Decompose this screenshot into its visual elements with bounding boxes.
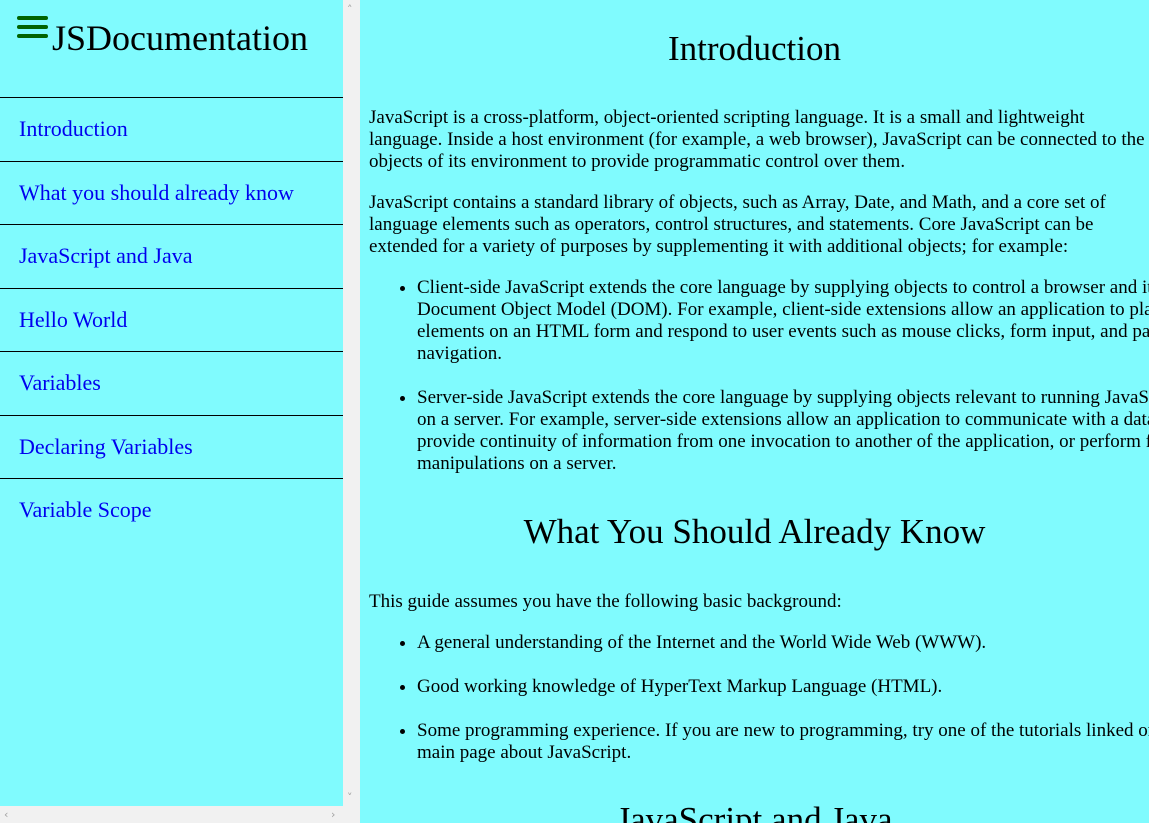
nav-item-what-you-should-already-know: What you should already know xyxy=(0,160,343,225)
list-item: A general understanding of the Internet … xyxy=(417,632,1149,654)
list-item: Server-side JavaScript extends the core … xyxy=(417,387,1149,475)
list-item: Good working knowledge of HyperText Mark… xyxy=(417,676,1149,698)
background-bullet-list: A general understanding of the Internet … xyxy=(360,632,1149,764)
nav-link-hello-world[interactable]: Hello World xyxy=(0,289,343,333)
scroll-up-arrow-icon[interactable]: ˄ xyxy=(347,4,353,15)
background-paragraph: This guide assumes you have the followin… xyxy=(369,591,842,612)
list-item: Some programming experience. If you are … xyxy=(417,720,1149,764)
nav-item-declaring-variables: Declaring Variables xyxy=(0,414,343,479)
nav-item-javascript-and-java: JavaScript and Java xyxy=(0,224,343,288)
nav-item-introduction: Introduction xyxy=(0,97,343,161)
main-content: Introduction JavaScript is a cross-platf… xyxy=(360,0,1149,823)
nav-link-javascript-and-java[interactable]: JavaScript and Java xyxy=(0,225,343,269)
nav-list: Introduction What you should already kno… xyxy=(0,97,343,542)
scroll-left-arrow-icon[interactable]: ‹ xyxy=(4,809,8,820)
nav-link-variables[interactable]: Variables xyxy=(0,352,343,396)
sidebar-vertical-scrollbar[interactable]: ˄ ˅ xyxy=(343,0,360,823)
nav-link-what-you-should-already-know[interactable]: What you should already know xyxy=(0,162,343,206)
hamburger-menu-icon[interactable] xyxy=(17,15,48,41)
nav-link-introduction[interactable]: Introduction xyxy=(0,98,343,142)
sidebar-header: JSDocumentation xyxy=(0,0,343,97)
list-item: Client-side JavaScript extends the core … xyxy=(417,277,1149,365)
scroll-right-arrow-icon[interactable]: › xyxy=(331,809,335,820)
intro-paragraph-1: JavaScript is a cross-platform, object-o… xyxy=(369,107,1145,172)
nav-item-variables: Variables xyxy=(0,351,343,415)
heading-what-you-should-already-know: What You Should Already Know xyxy=(523,512,986,551)
nav-item-hello-world: Hello World xyxy=(0,287,343,352)
heading-introduction: Introduction xyxy=(667,29,842,68)
site-title: JSDocumentation xyxy=(52,18,308,58)
nav-item-variable-scope: Variable Scope xyxy=(0,478,343,542)
nav-link-variable-scope[interactable]: Variable Scope xyxy=(0,479,343,523)
scroll-down-arrow-icon[interactable]: ˅ xyxy=(347,792,353,803)
sidebar-navigation: JSDocumentation Introduction What you sh… xyxy=(0,0,343,806)
heading-javascript-and-java: JavaScript and Java xyxy=(616,800,893,823)
intro-paragraph-2: JavaScript contains a standard library o… xyxy=(369,192,1106,257)
nav-link-declaring-variables[interactable]: Declaring Variables xyxy=(0,416,343,460)
intro-bullet-list: Client-side JavaScript extends the core … xyxy=(360,277,1149,475)
sidebar-horizontal-scrollbar[interactable]: ‹ › xyxy=(0,806,343,823)
